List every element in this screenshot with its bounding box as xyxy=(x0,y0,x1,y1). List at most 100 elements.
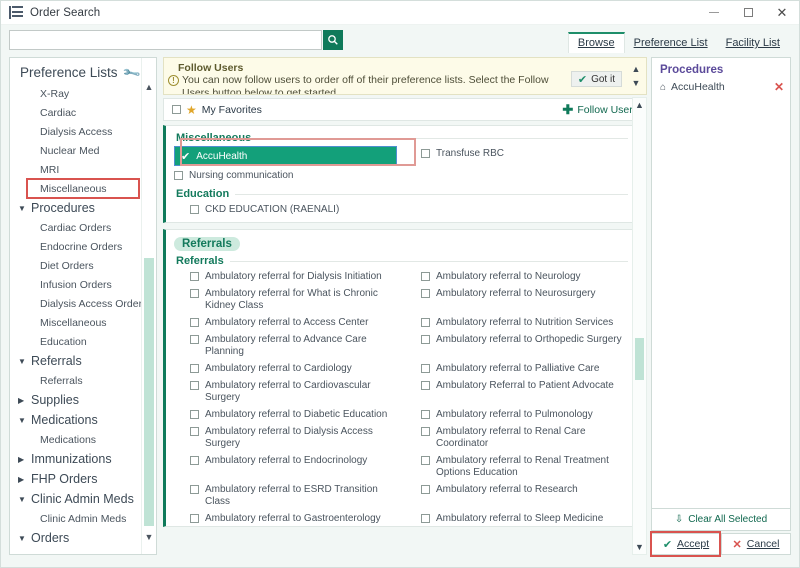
checkbox[interactable] xyxy=(421,289,430,298)
sidebar-item-medications[interactable]: Medications xyxy=(10,430,156,449)
browse-scroll-thumb[interactable] xyxy=(635,338,644,380)
referral-option[interactable]: Ambulatory Referral to Patient Advocate xyxy=(405,377,628,406)
sidebar-item-education[interactable]: Education xyxy=(10,332,156,351)
referral-option[interactable]: Ambulatory referral to Access Center xyxy=(174,314,397,331)
sidebar-group-procedures[interactable]: ▼Procedures xyxy=(10,198,156,218)
referral-option[interactable]: Ambulatory referral for What is Chronic … xyxy=(174,285,397,314)
checkbox[interactable] xyxy=(190,335,199,344)
tab-browse[interactable]: Browse xyxy=(568,32,625,53)
scroll-up-icon[interactable]: ▲ xyxy=(633,98,646,112)
referral-option[interactable]: Ambulatory referral to Nutrition Service… xyxy=(405,314,628,331)
referral-option[interactable]: Ambulatory referral to Pulmonology xyxy=(405,406,628,423)
checkbox[interactable] xyxy=(190,289,199,298)
checkbox[interactable] xyxy=(190,456,199,465)
referral-option[interactable]: Ambulatory referral to Gastroenterology xyxy=(174,510,397,527)
sidebar-item-infusion-orders[interactable]: Infusion Orders xyxy=(10,275,156,294)
scroll-down-icon[interactable]: ▼ xyxy=(633,540,646,554)
checkbox[interactable] xyxy=(421,335,430,344)
close-icon[interactable]: ✕ xyxy=(765,1,799,25)
referral-option[interactable]: Ambulatory referral to Neurosurgery xyxy=(405,285,628,314)
sidebar-group-immunizations[interactable]: ▶Immunizations xyxy=(10,449,156,469)
sidebar-item-clinic-admin-meds[interactable]: Clinic Admin Meds xyxy=(10,509,156,528)
selected-order-row[interactable]: ⌂ AccuHealth ✕ xyxy=(660,79,784,95)
referral-option[interactable]: Ambulatory referral to Advance Care Plan… xyxy=(174,331,397,360)
checkbox[interactable] xyxy=(174,171,183,180)
sidebar-group-supplies[interactable]: ▶Supplies xyxy=(10,390,156,410)
sidebar-scrollbar[interactable]: ▲ ▼ xyxy=(141,58,156,554)
sidebar-group-fhp-orders[interactable]: ▶FHP Orders xyxy=(10,469,156,489)
my-favorites-toggle[interactable]: ★ My Favorites xyxy=(172,103,262,117)
checkbox[interactable] xyxy=(421,514,430,523)
checkbox[interactable] xyxy=(421,364,430,373)
option-nursing-communication[interactable]: Nursing communication xyxy=(174,167,397,184)
cancel-button[interactable]: ✕ Cancel xyxy=(721,533,791,555)
follow-users-button[interactable]: ✚ Follow Users xyxy=(562,104,638,116)
checkbox[interactable] xyxy=(190,410,199,419)
maximize-icon[interactable] xyxy=(731,1,765,25)
minimize-icon[interactable] xyxy=(697,1,731,25)
tab-facility-list[interactable]: Facility List xyxy=(717,35,789,53)
sidebar-item-diet-orders[interactable]: Diet Orders xyxy=(10,256,156,275)
checkbox[interactable] xyxy=(421,410,430,419)
sidebar-item-miscellaneous[interactable]: Miscellaneous xyxy=(10,313,156,332)
got-it-button[interactable]: ✔ Got it xyxy=(571,71,622,87)
scroll-up-icon[interactable]: ▲ xyxy=(142,80,156,94)
referral-option[interactable]: Ambulatory referral to Endocrinology xyxy=(174,452,397,481)
sidebar-item-cardiac[interactable]: Cardiac xyxy=(10,103,156,122)
referral-option[interactable]: Ambulatory referral to Neurology xyxy=(405,268,628,285)
sidebar-item-mri[interactable]: MRI xyxy=(10,160,156,179)
my-favorites-checkbox[interactable] xyxy=(172,105,181,114)
referral-option[interactable]: Ambulatory referral to Research xyxy=(405,481,628,510)
option-transfuse-rbc[interactable]: Transfuse RBC xyxy=(405,145,628,162)
chevron-down-icon[interactable]: ▼ xyxy=(632,78,641,88)
checkbox[interactable] xyxy=(190,427,199,436)
checkbox[interactable] xyxy=(421,318,430,327)
checkbox[interactable] xyxy=(190,485,199,494)
sidebar-group-medications[interactable]: ▼Medications xyxy=(10,410,156,430)
referral-option[interactable]: Ambulatory referral to Palliative Care xyxy=(405,360,628,377)
sidebar-item-miscellaneous[interactable]: Miscellaneous xyxy=(10,179,156,198)
search-box[interactable] xyxy=(9,30,322,50)
browse-scrollbar[interactable]: ▲ ▼ xyxy=(632,97,647,555)
checkbox[interactable] xyxy=(421,427,430,436)
option-accuhealth[interactable]: ✔ AccuHealth xyxy=(174,146,397,166)
checkbox[interactable] xyxy=(190,381,199,390)
checkbox[interactable] xyxy=(421,456,430,465)
checkbox[interactable] xyxy=(421,149,430,158)
banner-scroll-arrows[interactable]: ▲ ▼ xyxy=(629,64,643,88)
sidebar-item-endocrine-orders[interactable]: Endocrine Orders xyxy=(10,237,156,256)
sidebar-item-referrals[interactable]: Referrals xyxy=(10,371,156,390)
chevron-up-icon[interactable]: ▲ xyxy=(632,64,641,74)
search-button[interactable] xyxy=(323,30,343,50)
referral-option[interactable]: Ambulatory referral to Cardiology xyxy=(174,360,397,377)
wrench-icon[interactable]: 🔧 xyxy=(121,62,141,82)
checkbox[interactable] xyxy=(190,318,199,327)
checkbox[interactable] xyxy=(190,272,199,281)
referral-option[interactable]: Ambulatory referral to Orthopedic Surger… xyxy=(405,331,628,360)
referral-option[interactable]: Ambulatory referral to Renal Care Coordi… xyxy=(405,423,628,452)
sidebar-group-orders[interactable]: ▼Orders xyxy=(10,528,156,548)
referral-option[interactable]: Ambulatory referral to Renal Treatment O… xyxy=(405,452,628,481)
referral-option[interactable]: Ambulatory referral to Sleep Medicine xyxy=(405,510,628,527)
referral-option[interactable]: Ambulatory referral to Cardiovascular Su… xyxy=(174,377,397,406)
referral-option[interactable]: Ambulatory referral for Dialysis Initiat… xyxy=(174,268,397,285)
referral-option[interactable]: Ambulatory referral to ESRD Transition C… xyxy=(174,481,397,510)
sidebar-item-dialysis-access[interactable]: Dialysis Access xyxy=(10,122,156,141)
sidebar-item-nuclear-med[interactable]: Nuclear Med xyxy=(10,141,156,160)
checkbox[interactable] xyxy=(421,485,430,494)
checkbox[interactable] xyxy=(190,514,199,523)
checkbox[interactable] xyxy=(190,205,199,214)
accept-button[interactable]: ✔ Accept xyxy=(651,533,721,555)
option-ckd-education[interactable]: CKD EDUCATION (RAENALI) xyxy=(174,201,397,218)
clear-all-selected-button[interactable]: ⇩ Clear All Selected xyxy=(651,509,791,531)
checkbox[interactable] xyxy=(421,381,430,390)
scroll-down-icon[interactable]: ▼ xyxy=(142,530,156,544)
sidebar-group-referrals[interactable]: ▼Referrals xyxy=(10,351,156,371)
referral-option[interactable]: Ambulatory referral to Diabetic Educatio… xyxy=(174,406,397,423)
sidebar-scroll-thumb[interactable] xyxy=(144,258,154,526)
remove-icon[interactable]: ✕ xyxy=(774,80,784,94)
checkbox[interactable] xyxy=(421,272,430,281)
sidebar-item-x-ray[interactable]: X-Ray xyxy=(10,84,156,103)
referral-option[interactable]: Ambulatory referral to Dialysis Access S… xyxy=(174,423,397,452)
search-input[interactable] xyxy=(10,32,321,50)
